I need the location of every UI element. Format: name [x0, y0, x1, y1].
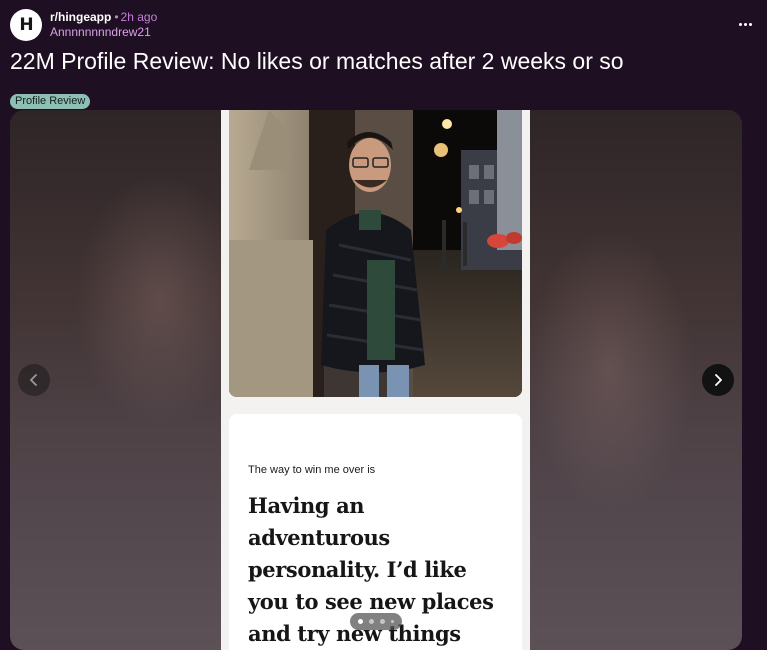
profile-photo: [229, 110, 522, 397]
chevron-right-icon: [715, 374, 722, 386]
subreddit-avatar[interactable]: H: [10, 9, 42, 41]
profile-photo-illustration: [229, 110, 522, 397]
post-author[interactable]: Annnnnnnndrew21: [50, 25, 157, 40]
gallery-image: The way to win me over is Having an adve…: [221, 110, 530, 650]
page-dot-3[interactable]: [380, 619, 385, 624]
post-flair[interactable]: Profile Review: [10, 94, 91, 109]
more-options-icon[interactable]: [734, 14, 756, 34]
post-time: 2h ago: [120, 10, 158, 24]
prompt-question: The way to win me over is: [248, 464, 376, 476]
post-meta: r/hingeapp • 2h ago Annnnnnnndrew21: [50, 10, 157, 40]
subreddit-name[interactable]: r/hingeapp: [50, 10, 111, 24]
chevron-left-icon: [30, 374, 37, 386]
page-dot-2[interactable]: [369, 619, 374, 624]
meta-separator: •: [114, 10, 119, 24]
page-dot-1[interactable]: [358, 619, 363, 624]
next-image-button[interactable]: [702, 364, 734, 396]
post-title[interactable]: 22M Profile Review: No likes or matches …: [10, 46, 624, 76]
gallery-page-indicator: [350, 613, 402, 630]
image-gallery[interactable]: The way to win me over is Having an adve…: [10, 110, 742, 650]
page-dot-4[interactable]: [391, 620, 394, 623]
previous-image-button[interactable]: [18, 364, 50, 396]
subreddit-logo-glyph: H: [19, 15, 33, 35]
post-header: H r/hingeapp • 2h ago Annnnnnnndrew21: [10, 8, 760, 44]
